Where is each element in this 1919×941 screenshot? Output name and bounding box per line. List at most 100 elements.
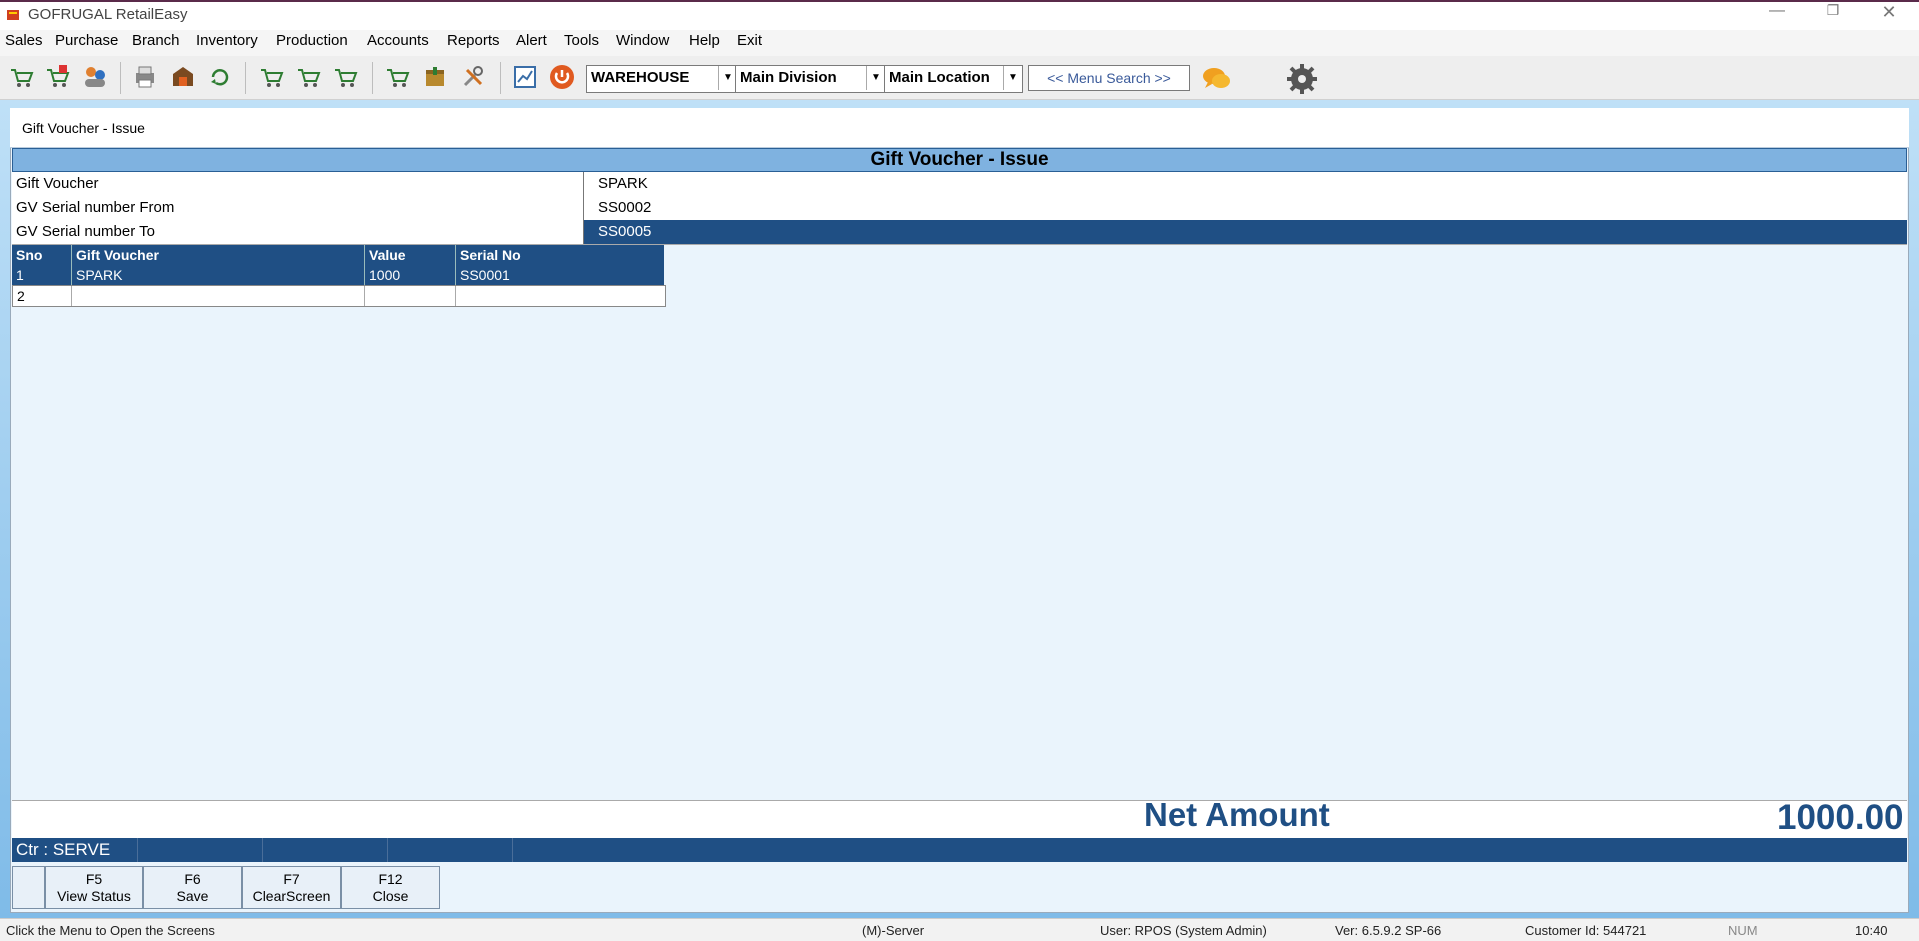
- col-serial-no[interactable]: Serial No: [456, 245, 664, 265]
- cart-out-icon[interactable]: [293, 62, 323, 92]
- cart-check-icon[interactable]: [382, 62, 412, 92]
- menu-search-input[interactable]: << Menu Search >>: [1028, 65, 1190, 91]
- refresh-icon[interactable]: [205, 62, 235, 92]
- cart-add-icon[interactable]: [42, 62, 72, 92]
- col-value[interactable]: Value: [365, 245, 456, 265]
- cell-value: 1000: [365, 265, 456, 285]
- location-select[interactable]: Main Location ▼: [884, 65, 1023, 93]
- cell-sno: 2: [13, 286, 72, 306]
- menu-bar: Sales Purchase Branch Inventory Producti…: [0, 30, 1919, 56]
- title-bar: [0, 0, 1919, 30]
- f7-key-label: F7: [283, 871, 300, 887]
- chat-icon[interactable]: [1200, 62, 1234, 96]
- serial-to-label: GV Serial number To: [12, 220, 584, 244]
- close-button[interactable]: ✕: [1874, 2, 1904, 26]
- shop-icon[interactable]: [168, 62, 198, 92]
- gear-icon[interactable]: [1285, 62, 1319, 96]
- serial-from-label: GV Serial number From: [12, 196, 584, 220]
- col-gift-voucher[interactable]: Gift Voucher: [72, 245, 365, 265]
- menu-exit[interactable]: Exit: [737, 32, 762, 49]
- status-server: (M)-Server: [862, 923, 925, 938]
- form-row-serial-to[interactable]: GV Serial number To SS0005: [12, 220, 1907, 245]
- clear-screen-label: ClearScreen: [252, 888, 331, 904]
- window-titlebar: [10, 108, 1909, 148]
- location-value: Main Location: [889, 69, 990, 86]
- clear-screen-button[interactable]: F7 ClearScreen: [242, 866, 341, 909]
- status-user: User: RPOS (System Admin): [1100, 923, 1267, 938]
- menu-sales[interactable]: Sales: [5, 32, 43, 49]
- cell-value: [365, 286, 456, 306]
- report-icon[interactable]: [510, 62, 540, 92]
- menu-production[interactable]: Production: [276, 32, 348, 49]
- status-bar: Click the Menu to Open the Screens (M)-S…: [0, 918, 1919, 941]
- gift-voucher-field[interactable]: SPARK: [584, 172, 1907, 196]
- cart-icon[interactable]: [6, 62, 36, 92]
- net-amount-label: Net Amount: [1144, 796, 1330, 833]
- toolbar: WAREHOUSE ▼ Main Division ▼ Main Locatio…: [0, 56, 1919, 100]
- form-header: Gift Voucher - Issue: [12, 148, 1907, 172]
- view-status-button[interactable]: F5 View Status: [45, 866, 143, 909]
- f12-key-label: F12: [378, 871, 403, 887]
- counter-bar: Ctr : SERVE: [12, 838, 1907, 862]
- counter-cell: [138, 838, 263, 862]
- table-row[interactable]: 2: [12, 285, 666, 307]
- status-customer: Customer Id: 544721: [1525, 923, 1647, 938]
- tools-icon[interactable]: [458, 62, 488, 92]
- printer-icon[interactable]: [130, 62, 160, 92]
- division-value: Main Division: [740, 69, 837, 86]
- gift-voucher-label: Gift Voucher: [12, 172, 584, 196]
- form-row-serial-from[interactable]: GV Serial number From SS0002: [12, 196, 1907, 221]
- counter-label: Ctr : SERVE: [12, 838, 138, 862]
- cart-in-icon[interactable]: [256, 62, 286, 92]
- save-button[interactable]: F6 Save: [143, 866, 242, 909]
- cell-gift-voucher: SPARK: [72, 265, 365, 285]
- menu-branch[interactable]: Branch: [132, 32, 180, 49]
- restore-button[interactable]: ❐: [1818, 2, 1848, 26]
- minimize-button[interactable]: —: [1762, 2, 1792, 26]
- menu-purchase[interactable]: Purchase: [55, 32, 118, 49]
- cell-gift-voucher: [72, 286, 365, 306]
- table-row[interactable]: 1 SPARK 1000 SS0001: [12, 265, 664, 285]
- menu-help[interactable]: Help: [689, 32, 720, 49]
- close-form-button[interactable]: F12 Close: [341, 866, 440, 909]
- f6-key-label: F6: [184, 871, 201, 887]
- col-sno[interactable]: Sno: [12, 245, 72, 265]
- status-hint: Click the Menu to Open the Screens: [6, 923, 215, 938]
- app-logo-icon: [7, 10, 19, 20]
- serial-to-field[interactable]: SS0005: [584, 220, 1907, 244]
- users-icon[interactable]: [80, 62, 110, 92]
- form-row-gift-voucher[interactable]: Gift Voucher SPARK: [12, 172, 1907, 197]
- cart-return-icon[interactable]: [330, 62, 360, 92]
- cell-sno: 1: [12, 265, 72, 285]
- window-title: Gift Voucher - Issue: [22, 120, 145, 136]
- menu-accounts[interactable]: Accounts: [367, 32, 429, 49]
- blank-key-button[interactable]: [12, 866, 45, 909]
- app-title: GOFRUGAL RetailEasy: [28, 6, 188, 23]
- warehouse-select[interactable]: WAREHOUSE ▼: [586, 65, 738, 93]
- status-version: Ver: 6.5.9.2 SP-66: [1335, 923, 1442, 938]
- net-amount-panel: [12, 800, 1907, 838]
- cell-serial-no: [456, 286, 663, 306]
- chevron-down-icon: ▼: [866, 66, 885, 90]
- menu-alert[interactable]: Alert: [516, 32, 547, 49]
- power-icon[interactable]: [547, 62, 577, 92]
- save-label: Save: [176, 888, 209, 904]
- f5-key-label: F5: [85, 871, 103, 887]
- status-num: NUM: [1728, 923, 1758, 938]
- status-time: 10:40: [1855, 923, 1888, 938]
- menu-reports[interactable]: Reports: [447, 32, 500, 49]
- counter-cell: [263, 838, 388, 862]
- net-amount-value: 1000.00: [1777, 798, 1904, 837]
- menu-tools[interactable]: Tools: [564, 32, 599, 49]
- grid-header: Sno Gift Voucher Value Serial No: [12, 245, 664, 265]
- box-icon[interactable]: [420, 62, 450, 92]
- warehouse-value: WAREHOUSE: [591, 69, 690, 86]
- cell-serial-no: SS0001: [460, 267, 510, 283]
- view-status-label: View Status: [57, 888, 131, 904]
- menu-inventory[interactable]: Inventory: [196, 32, 258, 49]
- division-select[interactable]: Main Division ▼: [735, 65, 886, 93]
- menu-window[interactable]: Window: [616, 32, 669, 49]
- chevron-down-icon: ▼: [1003, 66, 1022, 90]
- close-label: Close: [372, 888, 409, 904]
- serial-from-field[interactable]: SS0002: [584, 196, 1907, 220]
